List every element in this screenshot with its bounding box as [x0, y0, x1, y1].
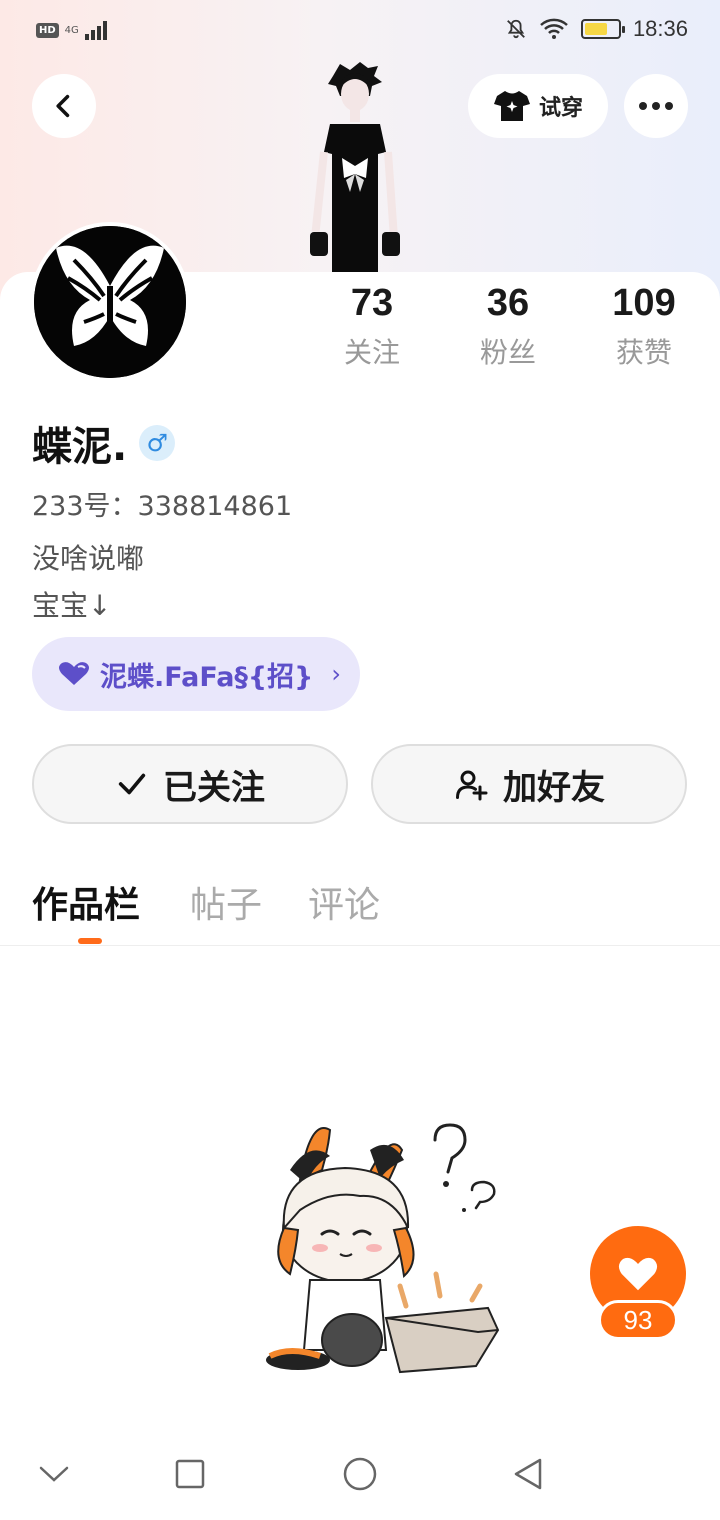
- hd-badge: HD: [36, 22, 59, 38]
- following-label: 已关注: [163, 767, 265, 808]
- avatar-figure: [310, 62, 400, 276]
- triangle-back-icon: [514, 1458, 542, 1490]
- like-count: 93: [598, 1300, 678, 1340]
- following-button[interactable]: 已关注: [32, 744, 348, 824]
- back-button[interactable]: [32, 74, 96, 138]
- add-friend-button[interactable]: 加好友: [371, 744, 687, 824]
- add-friend-label: 加好友: [503, 767, 605, 808]
- battery-icon: [580, 19, 625, 39]
- male-gender-icon: ♂: [139, 425, 176, 461]
- stat-likes[interactable]: 109 获赞: [584, 282, 704, 371]
- tryon-button[interactable]: 试穿: [468, 74, 608, 138]
- circle-icon: [343, 1457, 377, 1491]
- status-bar: HD 4G 18:36: [0, 0, 720, 64]
- chevron-down-icon: [39, 1466, 69, 1482]
- chevron-right-icon: ›: [331, 660, 341, 688]
- check-icon: [118, 773, 146, 795]
- wifi-icon: [540, 18, 568, 39]
- stat-value: 73: [350, 282, 394, 324]
- tshirt-icon: [493, 91, 530, 121]
- add-user-icon: [456, 770, 488, 801]
- heart-icon: [59, 662, 89, 685]
- nav-collapse-button[interactable]: [32, 1452, 76, 1496]
- stat-following[interactable]: 73 关注: [312, 282, 432, 371]
- more-button[interactable]: [624, 74, 688, 138]
- content-tabs: 作品栏 帖子 评论: [0, 860, 720, 946]
- bio-line: 没啥说嘟: [32, 542, 145, 575]
- guild-tag[interactable]: 泥蝶.FaFa§{招} ›: [32, 637, 360, 711]
- status-time: 18:36: [632, 16, 688, 41]
- signal-icon: [84, 20, 107, 40]
- system-nav-bar: [0, 1430, 720, 1520]
- stat-value: 36: [486, 282, 530, 324]
- nav-home-button[interactable]: [338, 1452, 382, 1496]
- chevron-left-icon: [56, 94, 70, 118]
- tryon-label: 试穿: [538, 96, 583, 121]
- guild-name: 泥蝶.FaFa§{招}: [100, 661, 314, 693]
- username: 蝶泥.: [32, 424, 128, 470]
- more-dots-icon: [639, 102, 673, 110]
- bio-line: 宝宝↓: [32, 589, 112, 622]
- stat-label: 粉丝: [479, 336, 536, 369]
- stat-label: 获赞: [615, 336, 672, 369]
- active-tab-indicator: [78, 938, 102, 944]
- like-button[interactable]: 93: [590, 1226, 686, 1346]
- tab-works[interactable]: 作品栏: [32, 876, 140, 928]
- nav-back-button[interactable]: [506, 1452, 550, 1496]
- tab-posts[interactable]: 帖子: [190, 876, 262, 928]
- stat-followers[interactable]: 36 粉丝: [448, 282, 568, 371]
- heart-icon: [618, 1257, 658, 1291]
- tab-comments[interactable]: 评论: [308, 876, 380, 928]
- empty-state-illustration: [266, 1123, 500, 1374]
- mute-bell-icon: [507, 19, 525, 39]
- user-id: 233号：338814861: [32, 491, 293, 522]
- nav-recents-button[interactable]: [168, 1452, 212, 1496]
- square-icon: [175, 1459, 205, 1489]
- network-type: 4G: [64, 24, 79, 36]
- username-row: 蝶泥. ♂: [32, 414, 176, 472]
- stat-value: 109: [612, 282, 676, 324]
- profile-stats: 73 关注 36 粉丝 109 获赞: [0, 282, 720, 382]
- stat-label: 关注: [343, 336, 400, 369]
